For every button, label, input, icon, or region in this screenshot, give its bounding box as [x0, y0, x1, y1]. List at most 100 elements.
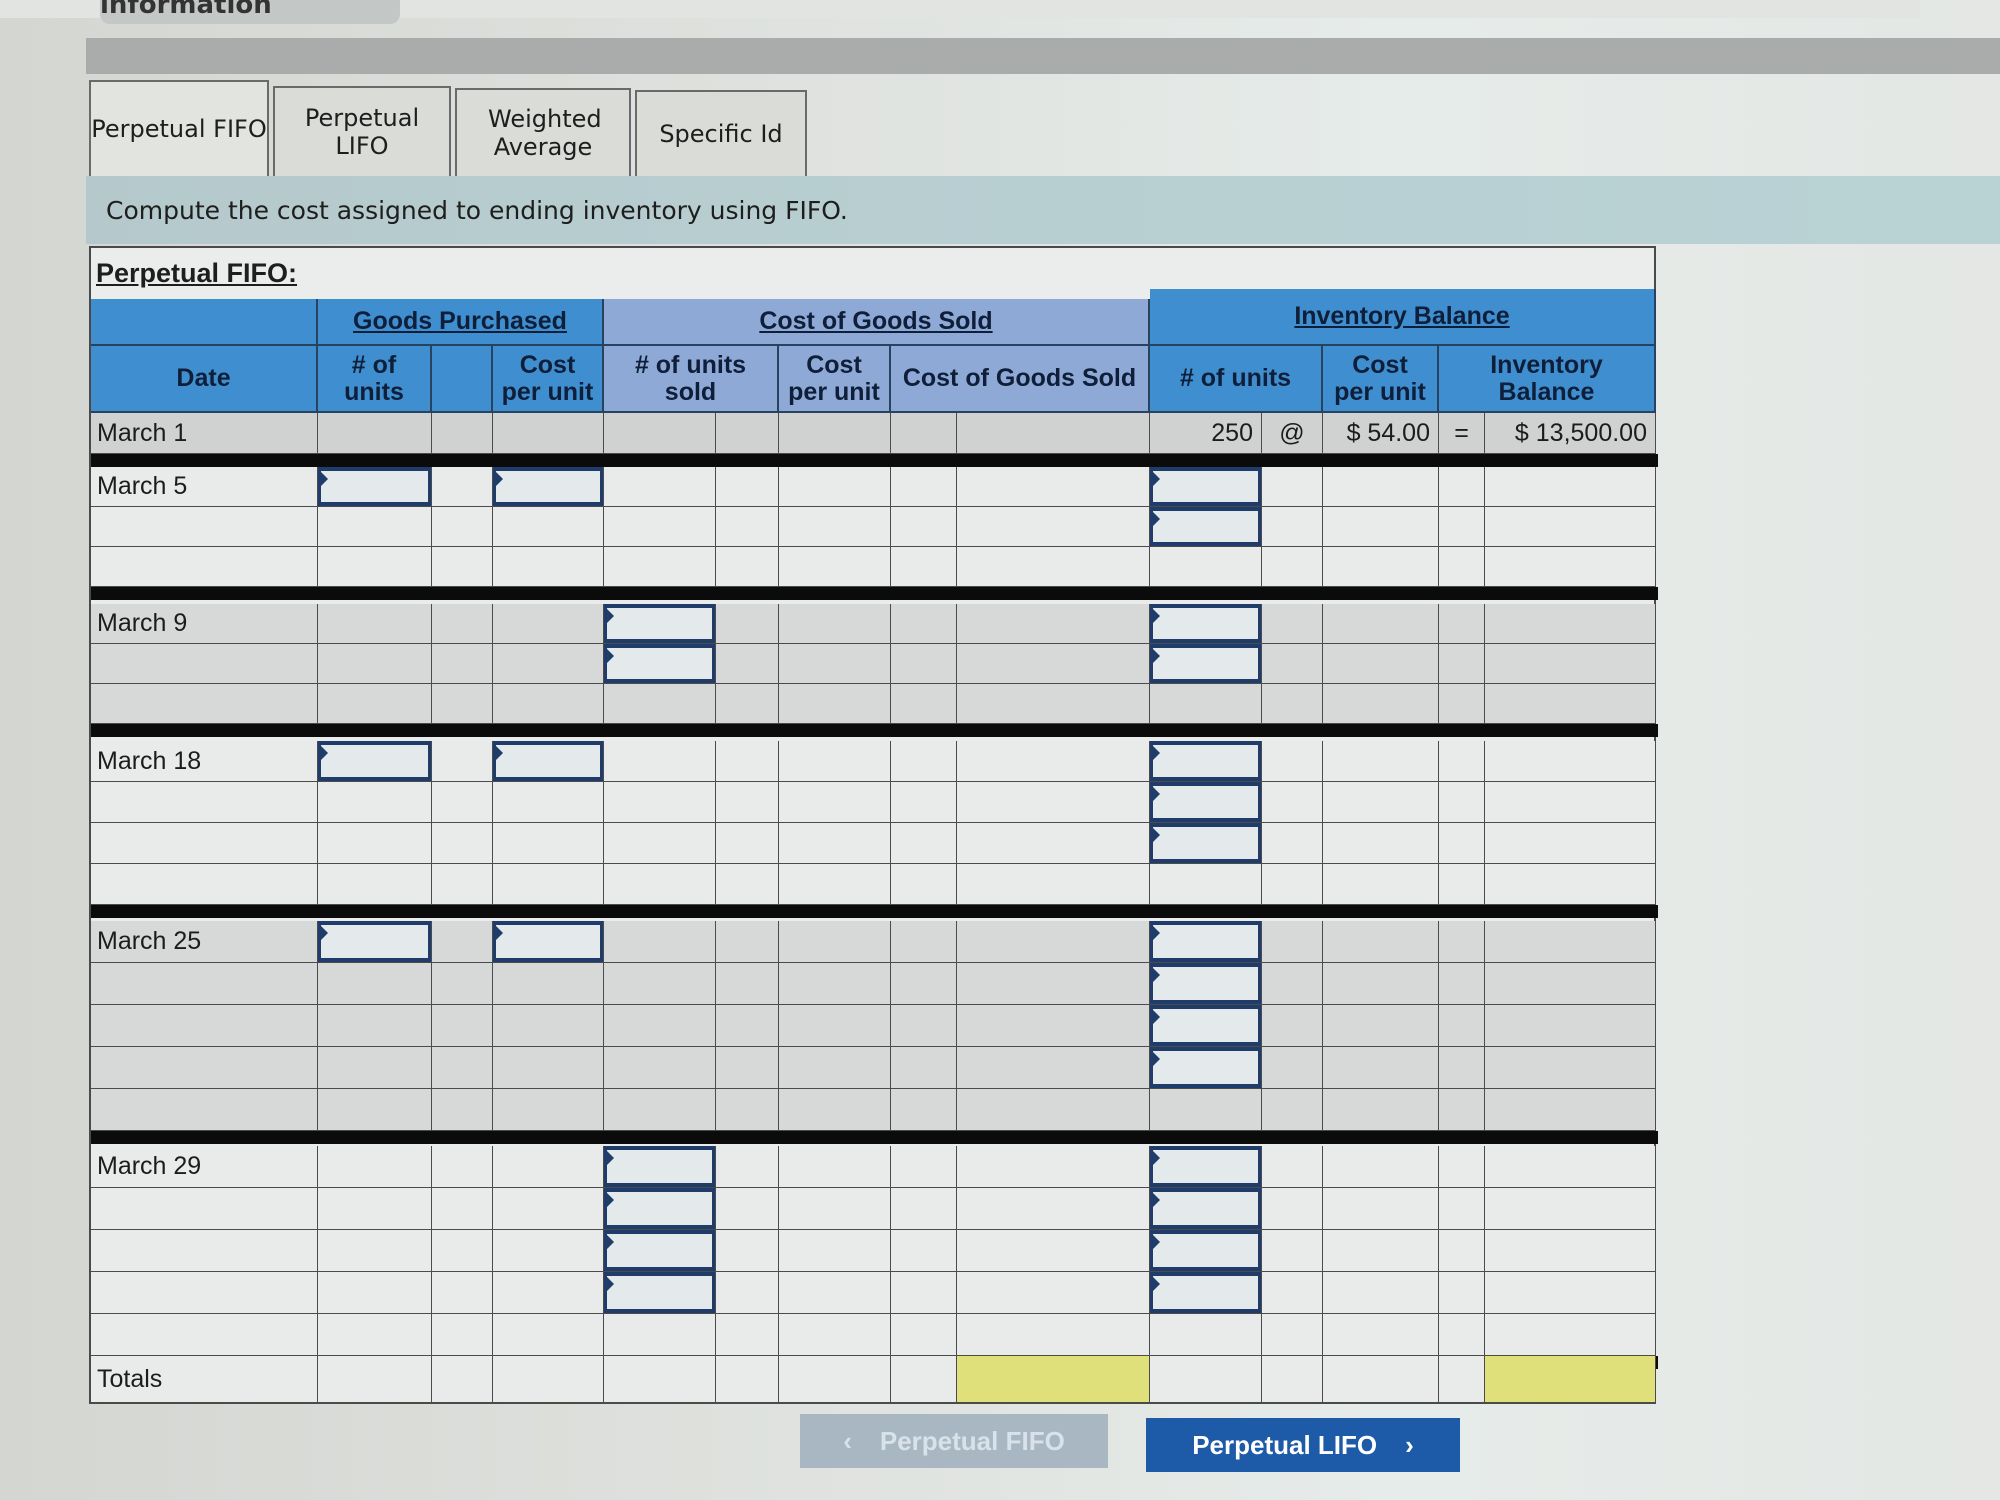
march25-gp-units-input-1[interactable]: [318, 921, 431, 962]
march25-inv-units-input-2[interactable]: [1150, 963, 1261, 1004]
march25-r2-cogs-units-cell: [604, 963, 716, 1005]
march18-r1-cogs-eq-cell: [891, 741, 957, 782]
march18-inv-units-input-2[interactable]: [1150, 782, 1261, 822]
totals-cogs-total-field[interactable]: [957, 1356, 1150, 1403]
march25-r5-cogs-cost-cell: [779, 1089, 891, 1131]
march18-date-label: March 18: [91, 741, 318, 782]
march25-r1-cogs-at-cell: [716, 921, 779, 963]
march5-r1-inv-balance-cell: [1485, 467, 1656, 507]
march5-gp-cost-input-1[interactable]: [493, 467, 603, 506]
march18-r3-cogs-total-cell: [957, 823, 1150, 864]
march25-inv-units-input-3[interactable]: [1150, 1005, 1261, 1046]
march9-r1-gp-at-cell: [432, 604, 493, 644]
march25-r5-inv-cost-cell: [1323, 1089, 1439, 1131]
march25-r3-cogs-units-cell: [604, 1005, 716, 1047]
march5-gp-units-input-1[interactable]: [318, 467, 431, 506]
march5-r3-cogs-units-cell: [604, 547, 716, 587]
march25-date-label: March 25: [91, 921, 318, 963]
march29-r5-inv-units-cell: [1150, 1314, 1262, 1356]
tab-specific-id[interactable]: Specific Id: [635, 90, 807, 176]
march18-r2-cogs-units-cell: [604, 782, 716, 823]
march29-cogs-units-input-2[interactable]: [604, 1188, 715, 1229]
march25-r1-inv-cost-cell: [1323, 921, 1439, 963]
march25-r2-cogs-total-cell: [957, 963, 1150, 1005]
march29-inv-units-input-4[interactable]: [1150, 1272, 1261, 1313]
march1-r1-gp-cost-cell: [493, 413, 604, 454]
cost-of-goods-sold-label: Cost of Goods Sold: [759, 307, 993, 335]
header-date-blank: [91, 299, 318, 346]
march9-r2-cogs-cost-cell: [779, 644, 891, 684]
march29-r4-cogs-at-cell: [716, 1272, 779, 1314]
required-information-tab[interactable]: Required information: [100, 0, 400, 24]
march29-inv-units-input-2[interactable]: [1150, 1188, 1261, 1229]
march18-r3-cogs-units-cell: [604, 823, 716, 864]
march29-r3-gp-units-cell: [318, 1230, 432, 1272]
march29-inv-units-input-3[interactable]: [1150, 1230, 1261, 1271]
march5-r2-inv-units-input: [1150, 507, 1262, 547]
march18-inv-units-input-1[interactable]: [1150, 741, 1261, 781]
totals-inv-at-cell: [1262, 1356, 1323, 1403]
tab-perpetual-lifo[interactable]: Perpetual LIFO: [273, 86, 451, 176]
totals-label: Totals: [91, 1356, 318, 1403]
march18-r4-gp-units-cell: [318, 864, 432, 905]
march5-r1-inv-at-cell: [1262, 467, 1323, 507]
march18-r4-cogs-units-cell: [604, 864, 716, 905]
march25-inv-units-input-1[interactable]: [1150, 921, 1261, 962]
march9-cogs-units-input-2[interactable]: [604, 644, 715, 683]
march5-inv-units-input-1[interactable]: [1150, 467, 1261, 506]
march25-inv-units-input-4[interactable]: [1150, 1047, 1261, 1088]
march25-r2-gp-units-cell: [318, 963, 432, 1005]
march1-date-label: March 1: [91, 413, 318, 454]
march9-cogs-units-input-1[interactable]: [604, 604, 715, 643]
march25-r2-inv-units-input: [1150, 963, 1262, 1005]
march25-r5-inv-at-cell: [1262, 1089, 1323, 1131]
march18-r3-gp-cost-cell: [493, 823, 604, 864]
march18-gp-units-input-1[interactable]: [318, 741, 431, 781]
section-divider: [91, 905, 1658, 918]
march29-cogs-units-input-1[interactable]: [604, 1146, 715, 1187]
march18-r4-inv-units-cell: [1150, 864, 1262, 905]
march25-gp-cost-input-1[interactable]: [493, 921, 603, 962]
fifo-worksheet: Perpetual FIFO: Goods Purchased Cost of G…: [89, 246, 1658, 1404]
march5-inv-units-input-2[interactable]: [1150, 507, 1261, 546]
march25-r4-gp-cost-cell: [493, 1047, 604, 1089]
march25-r1-cogs-eq-cell: [891, 921, 957, 963]
march29-r3-inv-units-input: [1150, 1230, 1262, 1272]
section-divider: [91, 454, 1658, 467]
march18-r2-inv-eq-cell: [1439, 782, 1485, 823]
march25-r3-cogs-at-cell: [716, 1005, 779, 1047]
march9-r3-inv-at-cell: [1262, 684, 1323, 724]
march29-r5-cogs-at-cell: [716, 1314, 779, 1356]
march9-r2-gp-units-cell: [318, 644, 432, 684]
march29-r4-inv-at-cell: [1262, 1272, 1323, 1314]
march9-r1-inv-cost-cell: [1323, 604, 1439, 644]
chevron-right-icon: ›: [1405, 1429, 1414, 1460]
header-inv-units-label: # of units: [1179, 364, 1292, 392]
prev-perpetual-fifo-button[interactable]: ‹ Perpetual FIFO: [800, 1414, 1108, 1468]
march25-r5-cogs-eq-cell: [891, 1089, 957, 1131]
march29-r3-gp-cost-cell: [493, 1230, 604, 1272]
march25-r3-inv-eq-cell: [1439, 1005, 1485, 1047]
march9-inv-units-input-1[interactable]: [1150, 604, 1261, 643]
totals-gp-cost-cell: [493, 1356, 604, 1403]
march25-r4-date-cell: [91, 1047, 318, 1089]
tab-weighted-average[interactable]: Weighted Average: [455, 88, 631, 176]
march1-r1-cogs-total-cell: [957, 413, 1150, 454]
march25-r3-gp-units-cell: [318, 1005, 432, 1047]
march29-cogs-units-input-3[interactable]: [604, 1230, 715, 1271]
totals-inv-balance-field[interactable]: [1485, 1356, 1656, 1403]
march9-inv-units-input-2[interactable]: [1150, 644, 1261, 683]
march18-gp-cost-input-1[interactable]: [493, 741, 603, 781]
march18-r1-gp-at-cell: [432, 741, 493, 782]
march25-r5-gp-at-cell: [432, 1089, 493, 1131]
march29-r2-gp-cost-cell: [493, 1188, 604, 1230]
march18-inv-units-input-3[interactable]: [1150, 823, 1261, 863]
header-gp-at-blank: [432, 346, 493, 413]
march9-r1-inv-balance-cell: [1485, 604, 1656, 644]
march29-inv-units-input-1[interactable]: [1150, 1146, 1261, 1187]
march29-cogs-units-input-4[interactable]: [604, 1272, 715, 1313]
march25-r2-date-cell: [91, 963, 318, 1005]
tab-perpetual-fifo[interactable]: Perpetual FIFO: [89, 80, 269, 176]
header-cogs-cost-per-unit-label: Cost per unit: [788, 350, 880, 406]
next-perpetual-lifo-button[interactable]: Perpetual LIFO ›: [1146, 1418, 1460, 1472]
